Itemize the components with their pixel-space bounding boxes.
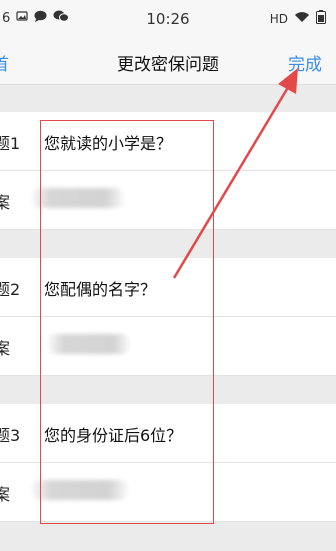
- question-label: 题2: [0, 280, 21, 299]
- question-row-2[interactable]: 题2 您配偶的名字？: [0, 258, 336, 317]
- status-right: HD: [270, 10, 326, 27]
- question-text: 您就读的小学是？: [44, 134, 173, 153]
- done-button[interactable]: 完成: [288, 50, 322, 75]
- answer-label: 案: [0, 339, 11, 358]
- answer-row-3[interactable]: 案: [0, 463, 336, 522]
- nav-bar: 首 更改密保问题 完成: [0, 38, 336, 85]
- answer-row-2[interactable]: 案: [0, 317, 336, 376]
- question-text: 您的身份证后6位？: [44, 426, 183, 445]
- question-label: 题3: [0, 426, 21, 445]
- question-text: 您配偶的名字？: [44, 280, 157, 299]
- question-label: 题1: [0, 134, 21, 153]
- page-title: 更改密保问题: [117, 55, 219, 75]
- answer-label: 案: [0, 193, 11, 212]
- answer-blurred-value: [32, 480, 128, 500]
- answer-blurred-value: [48, 334, 130, 354]
- network-type-label: HD: [269, 11, 288, 26]
- question-row-3[interactable]: 题3 您的身份证后6位？: [0, 404, 336, 463]
- question-row-1[interactable]: 题1 您就读的小学是？: [0, 112, 336, 171]
- answer-blurred-value: [32, 188, 124, 208]
- wifi-icon: [294, 11, 310, 26]
- answer-label: 案: [0, 485, 11, 504]
- answer-row-1[interactable]: 案: [0, 171, 336, 230]
- battery-icon: [316, 10, 326, 27]
- status-bar: 6 10:26 HD: [0, 0, 336, 38]
